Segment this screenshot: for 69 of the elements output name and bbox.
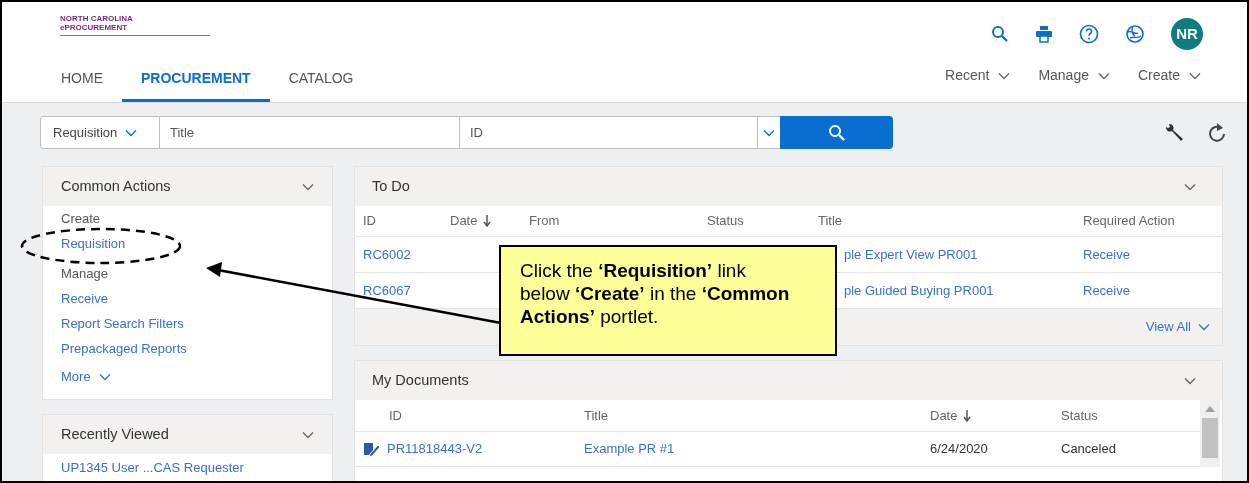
chevron-down-icon xyxy=(1097,71,1110,80)
column-header[interactable]: ID xyxy=(389,405,402,426)
globe-icon[interactable] xyxy=(1125,24,1145,44)
title-link[interactable]: ple Guided Buying PR001 xyxy=(844,282,994,298)
chevron-down-icon xyxy=(1184,376,1196,385)
action-link[interactable]: Requisition xyxy=(61,231,314,256)
nav-tab[interactable]: PROCUREMENT xyxy=(122,54,270,102)
search-button[interactable] xyxy=(780,116,893,149)
view-all-button[interactable]: View All xyxy=(1145,317,1210,337)
edit-document-icon xyxy=(364,441,380,457)
action-link[interactable]: Receive xyxy=(1083,246,1130,262)
panel-title: Common Actions xyxy=(61,176,171,196)
column-header[interactable]: ID xyxy=(363,211,376,231)
scrollbar[interactable] xyxy=(1200,400,1220,467)
title-link[interactable]: Example PR #1 xyxy=(584,441,675,457)
id-link[interactable]: RC6067 xyxy=(363,282,411,298)
id-link[interactable]: PR11818443-V2 xyxy=(387,439,483,459)
panel-title: My Documents xyxy=(372,370,469,390)
chevron-down-icon xyxy=(763,128,775,137)
chevron-down-icon xyxy=(1189,71,1201,80)
instruction-callout: Click the ‘Requisition’ link below ‘Create’ in the ‘Common Actions’ portlet. xyxy=(499,245,837,356)
section-label: Manage xyxy=(61,264,109,283)
sort-down-icon xyxy=(483,215,492,227)
wrench-icon[interactable] xyxy=(1163,121,1185,144)
section-label: Create xyxy=(61,209,102,228)
sort-down-icon xyxy=(963,409,972,422)
action-link[interactable]: Prepackaged Reports xyxy=(61,336,314,361)
chevron-down-icon xyxy=(302,430,314,439)
search-icon[interactable] xyxy=(991,25,1009,43)
refresh-icon[interactable] xyxy=(1207,121,1227,144)
chevron-down-icon xyxy=(302,182,314,191)
action-link[interactable]: Report Search Filters xyxy=(61,311,314,336)
action-link[interactable]: Receive xyxy=(1083,282,1130,298)
column-header[interactable]: From xyxy=(529,211,560,231)
id-dropdown-button[interactable] xyxy=(758,116,780,149)
printer-icon[interactable] xyxy=(1035,25,1053,43)
nav-tab[interactable]: HOME xyxy=(42,54,122,102)
type-dropdown[interactable]: Requisition xyxy=(40,116,160,149)
title-link[interactable]: ple Expert View PR001 xyxy=(844,246,978,262)
title-field[interactable]: Title xyxy=(160,116,459,149)
column-header[interactable]: Title xyxy=(818,211,843,231)
nav-menu[interactable]: Create xyxy=(1137,65,1201,86)
column-header[interactable]: Date xyxy=(930,405,958,426)
nav-tab[interactable]: CATALOG xyxy=(269,54,373,102)
nav-menu[interactable]: Recent xyxy=(945,65,1011,86)
status-cell: Canceled xyxy=(1061,441,1116,457)
user-avatar[interactable]: NR xyxy=(1171,18,1203,50)
date-cell: 6/24/2020 xyxy=(930,441,988,457)
chevron-down-icon xyxy=(1198,323,1210,331)
column-header[interactable]: Status xyxy=(707,211,744,231)
column-header[interactable]: Date xyxy=(450,211,478,231)
help-icon[interactable] xyxy=(1079,24,1099,44)
panel-title: To Do xyxy=(372,176,410,196)
column-header[interactable]: Required Action xyxy=(1083,211,1175,231)
logo-text: NORTH CAROLINA ePROCUREMENT xyxy=(60,14,134,32)
id-link[interactable]: RC6002 xyxy=(363,246,411,262)
nav-menu[interactable]: Manage xyxy=(1038,65,1110,86)
chevron-down-icon xyxy=(1184,182,1196,191)
search-icon xyxy=(827,123,846,142)
id-field[interactable]: ID xyxy=(459,116,758,149)
recent-link[interactable]: UP1345 User ...CAS Requester xyxy=(43,454,332,478)
panel-title: Recently Viewed xyxy=(61,424,169,444)
chevron-down-icon xyxy=(125,128,138,137)
action-link[interactable]: Receive xyxy=(61,286,314,311)
column-header[interactable]: Status xyxy=(1061,405,1098,426)
column-header[interactable]: Title xyxy=(584,405,609,426)
chevron-down-icon xyxy=(998,71,1011,80)
chevron-down-icon xyxy=(98,373,111,381)
more-button[interactable]: More xyxy=(61,363,314,391)
